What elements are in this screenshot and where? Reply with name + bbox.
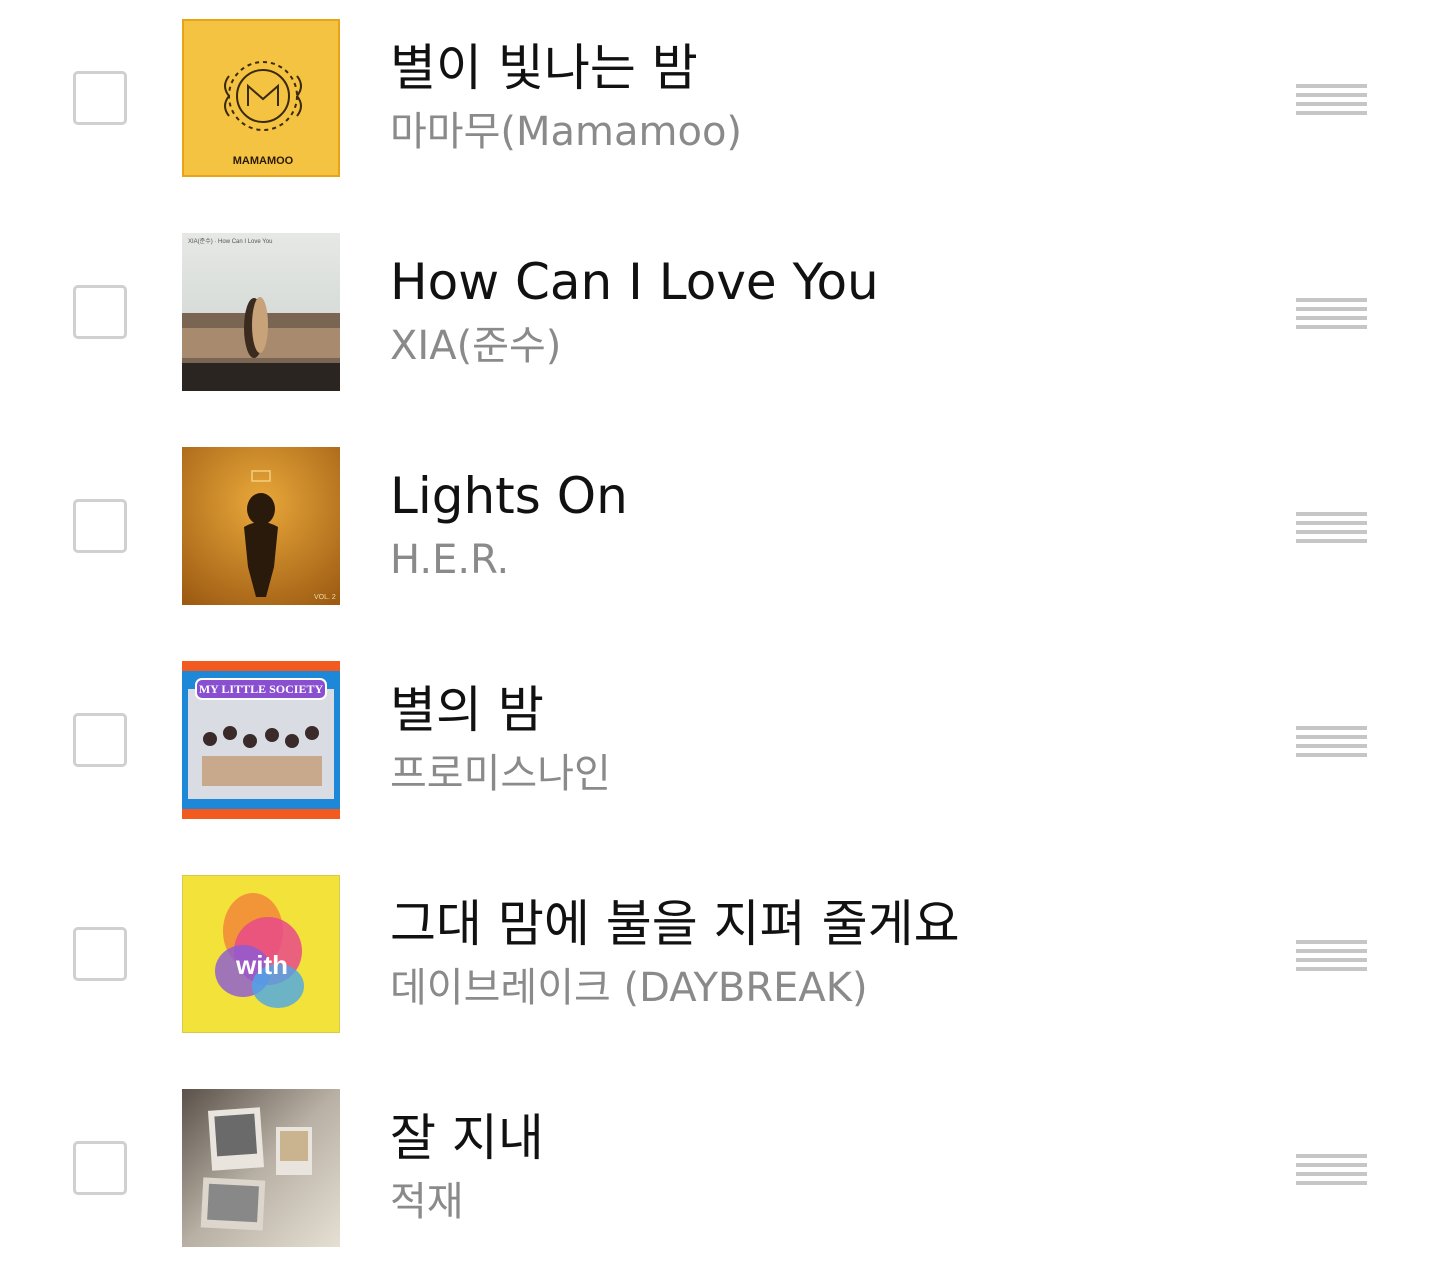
select-checkbox[interactable] [73, 71, 127, 125]
cover-label: VOL. 2 [314, 594, 336, 601]
album-cover [182, 1089, 340, 1247]
xia-cover-art: XIA(준수) · How Can I Love You [182, 233, 340, 391]
album-cover: VOL. 2 [182, 447, 340, 605]
drag-handle-icon[interactable] [1296, 298, 1367, 330]
cover-label: with [235, 950, 288, 980]
song-artist: 적재 [390, 1179, 464, 1225]
daybreak-cover-art: with [183, 876, 339, 1032]
song-artist: 마마무(Mamamoo) [390, 109, 743, 155]
select-checkbox[interactable] [73, 927, 127, 981]
album-cover: with [182, 875, 340, 1033]
list-item[interactable]: with 그대 맘에 불을 지펴 줄게요 데이브레이크 (DAYBREAK) [0, 856, 1440, 1070]
list-item[interactable]: XIA(준수) · How Can I Love You How Can I L… [0, 214, 1440, 428]
cover-label: MY LITTLE SOCIETY [199, 682, 324, 696]
song-title: 별의 밤 [390, 681, 544, 739]
song-title: 그대 맘에 불을 지펴 줄게요 [390, 895, 960, 953]
select-checkbox[interactable] [73, 713, 127, 767]
cover-label: MAMAMOO [233, 155, 294, 167]
song-title: How Can I Love You [390, 253, 879, 311]
song-artist: H.E.R. [390, 537, 510, 583]
drag-handle-icon[interactable] [1296, 940, 1367, 972]
list-item[interactable]: MY LITTLE SOCIETY 별의 밤 프로미스나인 [0, 642, 1440, 856]
album-cover: MY LITTLE SOCIETY [182, 661, 340, 819]
cover-label: XIA(준수) · How Can I Love You [188, 238, 272, 245]
song-artist: 프로미스나인 [390, 751, 611, 797]
select-checkbox[interactable] [73, 499, 127, 553]
album-cover: XIA(준수) · How Can I Love You [182, 233, 340, 391]
list-item[interactable]: VOL. 2 Lights On H.E.R. [0, 428, 1440, 642]
playlist-list: MAMAMOO 별이 빛나는 밤 마마무(Mamamoo) XIA(준수) · … [0, 0, 1440, 1267]
list-item[interactable]: MAMAMOO 별이 빛나는 밤 마마무(Mamamoo) [0, 0, 1440, 214]
drag-handle-icon[interactable] [1296, 512, 1367, 544]
fromis9-cover-art: MY LITTLE SOCIETY [182, 661, 340, 819]
select-checkbox[interactable] [73, 1141, 127, 1195]
mamamoo-cover-art: MAMAMOO [184, 21, 338, 175]
jukjae-cover-art [182, 1089, 340, 1247]
drag-handle-icon[interactable] [1296, 726, 1367, 758]
song-artist: 데이브레이크 (DAYBREAK) [390, 965, 868, 1011]
song-title: 잘 지내 [390, 1109, 544, 1167]
song-title: Lights On [390, 467, 628, 525]
album-cover: MAMAMOO [182, 19, 340, 177]
list-item[interactable]: 잘 지내 적재 [0, 1070, 1440, 1267]
song-title: 별이 빛나는 밤 [390, 39, 698, 97]
drag-handle-icon[interactable] [1296, 1154, 1367, 1186]
select-checkbox[interactable] [73, 285, 127, 339]
her-cover-art: VOL. 2 [182, 447, 340, 605]
song-artist: XIA(준수) [390, 323, 562, 369]
drag-handle-icon[interactable] [1296, 84, 1367, 116]
